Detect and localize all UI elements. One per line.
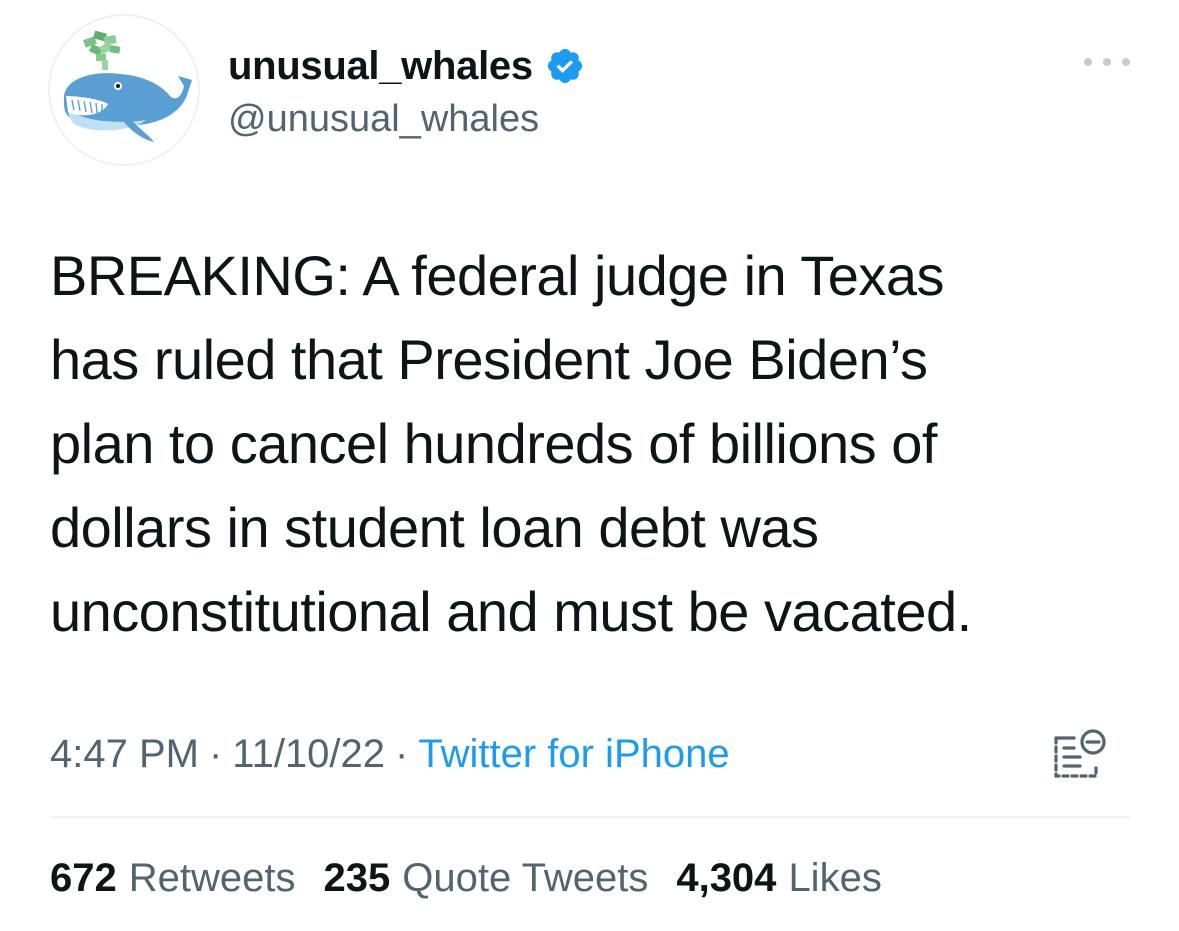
tweet-date[interactable]: 11/10/22 <box>232 732 385 776</box>
retweets-stat[interactable]: 672 Retweets <box>50 852 296 904</box>
whale-avatar-icon <box>50 16 198 164</box>
author-handle[interactable]: @unusual_whales <box>228 94 539 144</box>
author-display-name[interactable]: unusual_whales <box>228 40 585 92</box>
tweet-time[interactable]: 4:47 PM <box>50 732 199 776</box>
quote-tweets-count: 235 <box>323 856 391 900</box>
more-dot-icon <box>1122 58 1130 66</box>
meta-separator: · <box>395 732 409 776</box>
tweet-text: BREAKING: A federal judge in Texas has r… <box>50 234 1150 654</box>
quote-tweets-stat[interactable]: 235 Quote Tweets <box>324 852 649 904</box>
quote-tweets-label: Quote Tweets <box>402 856 649 900</box>
tweet-card: unusual_whales @unusual_whales BREAKING:… <box>0 0 1179 931</box>
retweets-label: Retweets <box>128 856 296 900</box>
meta-separator: · <box>208 732 223 776</box>
likes-stat[interactable]: 4,304 Likes <box>676 852 882 904</box>
verified-badge-icon <box>545 46 585 86</box>
tweet-text-line: has ruled that President Joe Biden’s <box>50 328 928 391</box>
tweet-stats: 672 Retweets 235 Quote Tweets 4,304 Likes <box>50 852 910 904</box>
more-options-button[interactable] <box>1084 52 1130 72</box>
avatar[interactable] <box>48 14 200 166</box>
retweets-count: 672 <box>50 856 117 900</box>
author-name-text: unusual_whales <box>228 44 533 88</box>
likes-count: 4,304 <box>676 856 777 900</box>
tweet-metadata: 4:47 PM · 11/10/22 · Twitter for iPhone <box>50 728 730 780</box>
more-dot-icon <box>1084 58 1092 66</box>
divider <box>50 816 1130 818</box>
likes-label: Likes <box>788 856 882 900</box>
tweet-text-line: BREAKING: A federal judge in Texas <box>50 244 945 307</box>
tweet-text-line: plan to cancel hundreds of billions of <box>50 412 937 475</box>
tweet-text-line: dollars in student loan debt was <box>50 496 819 559</box>
analytics-icon[interactable] <box>1050 726 1108 782</box>
more-dot-icon <box>1103 58 1111 66</box>
tweet-text-line: unconstitutional and must be vacated. <box>50 580 972 643</box>
tweet-source-link[interactable]: Twitter for iPhone <box>418 732 729 776</box>
